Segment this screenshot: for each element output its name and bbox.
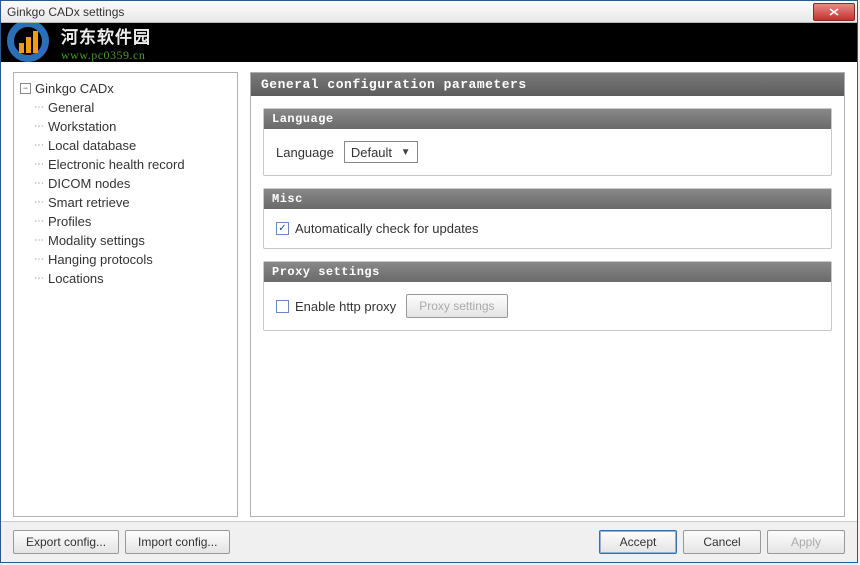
export-config-button[interactable]: Export config...	[13, 530, 119, 554]
tree-branch-icon: ⋯	[34, 216, 43, 227]
tree-branch-icon: ⋯	[34, 235, 43, 246]
sidebar-item-label: Workstation	[48, 119, 116, 134]
content-panel: General configuration parameters Languag…	[250, 72, 845, 517]
sidebar-item-profiles[interactable]: ⋯ Profiles	[34, 212, 231, 231]
language-section: Language Language Default ▼	[263, 108, 832, 176]
sidebar-item-local-database[interactable]: ⋯ Local database	[34, 136, 231, 155]
logo-icon	[5, 23, 55, 62]
auto-update-checkbox[interactable]: ✓	[276, 222, 289, 235]
tree-branch-icon: ⋯	[34, 102, 43, 113]
sidebar-item-label: Profiles	[48, 214, 91, 229]
tree-branch-icon: ⋯	[34, 254, 43, 265]
sidebar-item-label: Local database	[48, 138, 136, 153]
language-select[interactable]: Default ▼	[344, 141, 418, 163]
content-heading: General configuration parameters	[251, 73, 844, 96]
proxy-section: Proxy settings ✓ Enable http proxy Proxy…	[263, 261, 832, 331]
sidebar-item-label: Modality settings	[48, 233, 145, 248]
proxy-settings-button[interactable]: Proxy settings	[406, 294, 507, 318]
section-title-proxy: Proxy settings	[264, 262, 831, 282]
sidebar-item-smart-retrieve[interactable]: ⋯ Smart retrieve	[34, 193, 231, 212]
sidebar-item-label: Locations	[48, 271, 104, 286]
banner-title: 河东软件园	[61, 23, 151, 48]
main-area: − Ginkgo CADx ⋯ General ⋯ Workstation ⋯ Loc…	[1, 62, 857, 521]
sidebar-tree: − Ginkgo CADx ⋯ General ⋯ Workstation ⋯ Loc…	[13, 72, 238, 517]
language-value: Default	[351, 145, 392, 160]
sidebar-item-workstation[interactable]: ⋯ Workstation	[34, 117, 231, 136]
sidebar-item-ehr[interactable]: ⋯ Electronic health record	[34, 155, 231, 174]
sidebar-item-dicom-nodes[interactable]: ⋯ DICOM nodes	[34, 174, 231, 193]
close-icon	[829, 8, 839, 16]
sidebar-item-label: Electronic health record	[48, 157, 185, 172]
banner-url: www.pc0359.cn	[61, 48, 151, 63]
sidebar-item-label: Hanging protocols	[48, 252, 153, 267]
sidebar-item-modality-settings[interactable]: ⋯ Modality settings	[34, 231, 231, 250]
branding-banner: 河东软件园 www.pc0359.cn	[1, 23, 857, 62]
tree-branch-icon: ⋯	[34, 197, 43, 208]
misc-section: Misc ✓ Automatically check for updates	[263, 188, 832, 249]
enable-proxy-checkbox[interactable]: ✓	[276, 300, 289, 313]
language-label: Language	[276, 145, 334, 160]
tree-root-item[interactable]: − Ginkgo CADx	[20, 79, 231, 98]
tree-branch-icon: ⋯	[34, 273, 43, 284]
sidebar-item-label: Smart retrieve	[48, 195, 130, 210]
section-title-misc: Misc	[264, 189, 831, 209]
sidebar-item-general[interactable]: ⋯ General	[34, 98, 231, 117]
import-config-button[interactable]: Import config...	[125, 530, 230, 554]
sidebar-item-label: DICOM nodes	[48, 176, 130, 191]
accept-button[interactable]: Accept	[599, 530, 677, 554]
tree-branch-icon: ⋯	[34, 159, 43, 170]
tree-root-label: Ginkgo CADx	[35, 81, 114, 96]
settings-window: Ginkgo CADx settings 河东软件园 www.pc0359.cn…	[0, 0, 858, 563]
enable-proxy-label: Enable http proxy	[295, 299, 396, 314]
close-button[interactable]	[813, 3, 855, 21]
chevron-down-icon: ▼	[398, 147, 413, 158]
sidebar-item-hanging-protocols[interactable]: ⋯ Hanging protocols	[34, 250, 231, 269]
cancel-button[interactable]: Cancel	[683, 530, 761, 554]
apply-button[interactable]: Apply	[767, 530, 845, 554]
sidebar-item-locations[interactable]: ⋯ Locations	[34, 269, 231, 288]
sidebar-item-label: General	[48, 100, 94, 115]
collapse-icon[interactable]: −	[20, 83, 31, 94]
titlebar: Ginkgo CADx settings	[1, 1, 857, 23]
section-title-language: Language	[264, 109, 831, 129]
tree-branch-icon: ⋯	[34, 121, 43, 132]
tree-branch-icon: ⋯	[34, 178, 43, 189]
auto-update-label: Automatically check for updates	[295, 221, 479, 236]
footer-bar: Export config... Import config... Accept…	[1, 521, 857, 562]
tree-branch-icon: ⋯	[34, 140, 43, 151]
window-title: Ginkgo CADx settings	[7, 5, 813, 19]
